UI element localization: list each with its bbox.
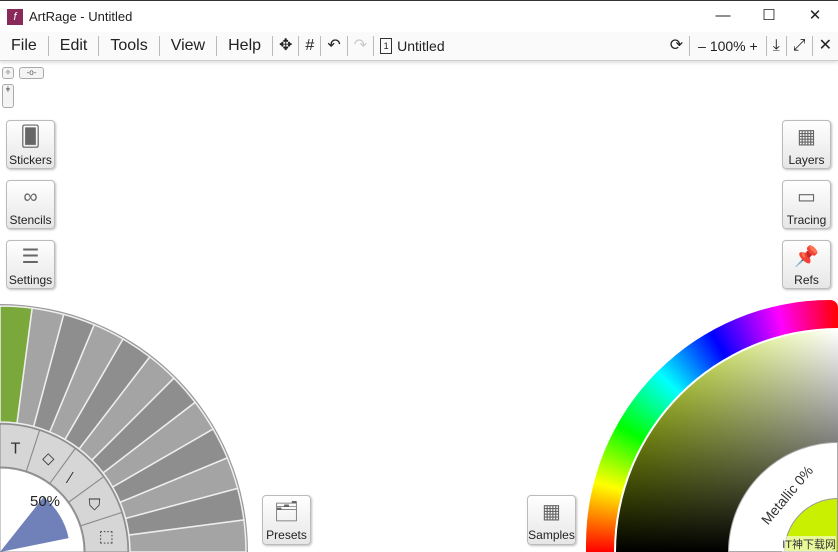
close-button[interactable]: ✕ xyxy=(792,1,838,31)
menu-help[interactable]: Help xyxy=(217,36,274,56)
samples-button[interactable]: ▦ Samples xyxy=(527,495,576,545)
samples-label: Samples xyxy=(528,528,575,542)
stencils-icon: ∞ xyxy=(23,186,38,208)
menu-bar: File Edit Tools View Help ✥ # ↶ ↷ 1 Untit… xyxy=(0,32,838,61)
grid-icon[interactable]: # xyxy=(299,36,322,56)
watermark: IT神下载网 xyxy=(782,536,836,552)
tracing-icon: ▭ xyxy=(797,186,816,208)
refs-button[interactable]: 📌 Refs xyxy=(782,240,831,289)
refs-icon: 📌 xyxy=(794,246,819,268)
settings-label: Settings xyxy=(8,273,53,287)
tool-wheel: ⬚⛉⁄◇T xyxy=(0,304,248,552)
presets-icon: 🗂 xyxy=(273,501,300,523)
menu-tools[interactable]: Tools xyxy=(99,36,160,56)
stickers-icon: 🂠 xyxy=(20,126,41,148)
stencils-label: Stencils xyxy=(9,213,52,227)
presets-button[interactable]: 🗂 Presets xyxy=(262,495,311,545)
stickers-label: Stickers xyxy=(9,153,52,167)
menu-view[interactable]: View xyxy=(160,36,218,56)
fullscreen-icon[interactable]: ⤢ xyxy=(787,36,813,56)
window-title: ArtRage - Untitled xyxy=(29,9,133,24)
refs-label: Refs xyxy=(794,273,819,287)
select-icon: ⬚ xyxy=(99,528,114,545)
samples-icon: ▦ xyxy=(542,501,561,523)
stickers-button[interactable]: 🂠 Stickers xyxy=(6,120,55,169)
text-icon: T xyxy=(11,440,21,457)
paint-bucket-icon: ◇ xyxy=(42,451,55,468)
zoom-control[interactable]: – 100% + xyxy=(690,36,767,56)
layers-icon: ▦ xyxy=(797,126,816,148)
settings-icon: ☰ xyxy=(21,246,40,268)
hue-ring[interactable] xyxy=(586,300,838,552)
app-icon: f xyxy=(7,8,23,25)
minimize-button[interactable]: — xyxy=(700,1,746,31)
maximize-button[interactable]: ☐ xyxy=(746,1,792,31)
pin-toggle[interactable]: ✧ xyxy=(2,67,14,79)
document-title: Untitled xyxy=(397,38,445,54)
presets-label: Presets xyxy=(266,528,307,542)
title-bar: f ArtRage - Untitled — ☐ ✕ xyxy=(0,0,838,32)
move-icon[interactable]: ✥ xyxy=(273,36,300,56)
settings-button[interactable]: ☰ Settings xyxy=(6,240,55,289)
stencils-button[interactable]: ∞ Stencils xyxy=(6,180,55,229)
menu-edit[interactable]: Edit xyxy=(49,36,100,56)
brush-size-label: 50% xyxy=(30,493,61,510)
rotate-canvas-icon[interactable]: ⟳ xyxy=(664,36,691,56)
download-icon[interactable]: ⤓ xyxy=(767,36,787,56)
document-name[interactable]: 1 Untitled xyxy=(374,38,450,54)
tracing-button[interactable]: ▭ Tracing xyxy=(782,180,831,229)
horizontal-slider-toggle[interactable]: -o- xyxy=(19,67,44,79)
layers-button[interactable]: ▦ Layers xyxy=(782,120,831,169)
redo-icon[interactable]: ↷ xyxy=(348,36,375,56)
tracing-label: Tracing xyxy=(786,213,827,227)
vertical-slider-toggle[interactable]: ǂ xyxy=(2,84,14,108)
undo-icon[interactable]: ↶ xyxy=(321,36,348,56)
document-icon: 1 xyxy=(380,38,393,54)
close-toolbar-icon[interactable]: ✕ xyxy=(813,36,838,56)
menu-file[interactable]: File xyxy=(0,36,49,56)
layers-label: Layers xyxy=(788,153,825,167)
fill-icon: ⛉ xyxy=(88,497,100,514)
